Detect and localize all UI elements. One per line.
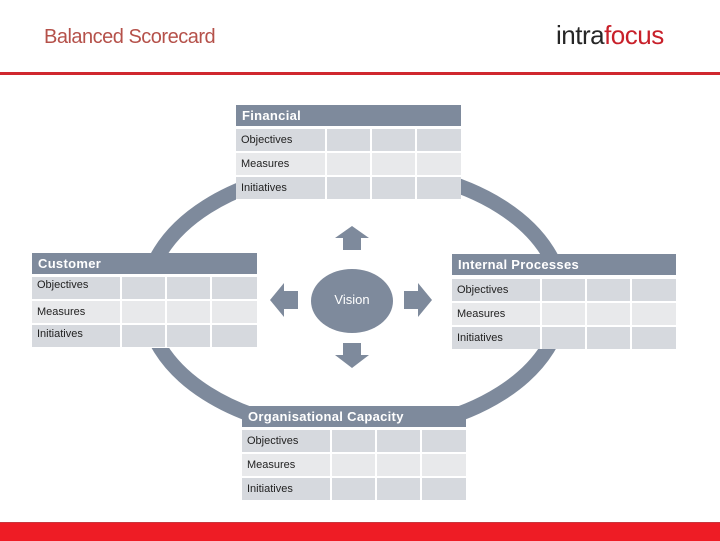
financial-row-label: Objectives [236, 129, 325, 151]
capacity-cell [422, 478, 466, 500]
customer-cell [167, 325, 210, 347]
internal-row-label: Objectives [452, 279, 540, 301]
customer-row-label: Objectives [32, 277, 120, 299]
organisational-capacity-header: Organisational Capacity [242, 406, 466, 427]
financial-cell [372, 129, 415, 151]
customer-table: Customer Objectives Measures Initiatives [32, 253, 257, 348]
customer-cell [212, 277, 257, 299]
capacity-cell [332, 454, 375, 476]
financial-cell [327, 153, 370, 175]
customer-cell [212, 325, 257, 347]
financial-cell [417, 153, 461, 175]
vision-center: Vision [311, 269, 393, 333]
financial-cell [417, 129, 461, 151]
financial-cell [372, 177, 415, 199]
internal-processes-header: Internal Processes [452, 254, 676, 275]
capacity-cell [422, 454, 466, 476]
capacity-row-label: Objectives [242, 430, 330, 452]
financial-cell [372, 153, 415, 175]
organisational-capacity-table: Organisational Capacity Objectives Measu… [242, 406, 466, 501]
left-arrow [270, 283, 298, 317]
right-arrow [404, 283, 432, 317]
capacity-cell [422, 430, 466, 452]
footer-bar [0, 522, 720, 541]
customer-cell [212, 301, 257, 323]
customer-cell [122, 277, 165, 299]
customer-row-label: Initiatives [32, 325, 120, 347]
up-arrow [335, 226, 369, 250]
financial-row-label: Initiatives [236, 177, 325, 199]
capacity-row-label: Initiatives [242, 478, 330, 500]
customer-cell [122, 325, 165, 347]
internal-cell [632, 327, 676, 349]
internal-cell [587, 279, 630, 301]
capacity-cell [332, 430, 375, 452]
customer-cell [167, 277, 210, 299]
internal-row-label: Measures [452, 303, 540, 325]
financial-header: Financial [236, 105, 461, 126]
capacity-cell [377, 430, 420, 452]
internal-processes-table: Internal Processes Objectives Measures I… [452, 254, 676, 349]
customer-row-label: Measures [32, 301, 120, 323]
internal-cell [632, 303, 676, 325]
financial-cell [327, 177, 370, 199]
capacity-cell [377, 478, 420, 500]
internal-cell [542, 303, 585, 325]
capacity-cell [377, 454, 420, 476]
internal-cell [587, 303, 630, 325]
internal-cell [632, 279, 676, 301]
internal-cell [542, 279, 585, 301]
customer-cell [167, 301, 210, 323]
financial-cell [327, 129, 370, 151]
financial-table: Financial Objectives Measures Initiative… [236, 105, 461, 200]
internal-row-label: Initiatives [452, 327, 540, 349]
capacity-cell [332, 478, 375, 500]
customer-cell [122, 301, 165, 323]
internal-cell [542, 327, 585, 349]
financial-row-label: Measures [236, 153, 325, 175]
capacity-row-label: Measures [242, 454, 330, 476]
financial-cell [417, 177, 461, 199]
internal-cell [587, 327, 630, 349]
down-arrow [335, 343, 369, 368]
customer-header: Customer [32, 253, 257, 274]
